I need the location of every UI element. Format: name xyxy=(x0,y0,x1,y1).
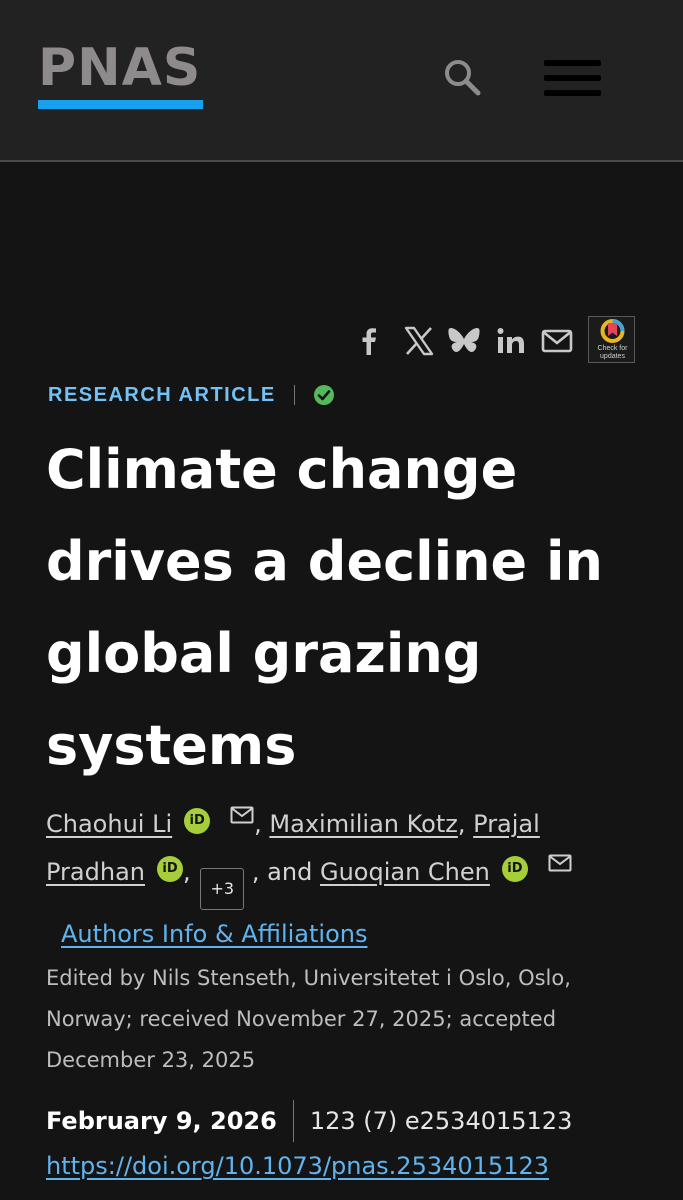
article-type-row: RESEARCH ARTICLE xyxy=(48,380,335,410)
publication-row: February 9, 2026 123 (7) e2534015123 xyxy=(46,1100,572,1142)
search-icon xyxy=(445,60,481,96)
author-and: , and xyxy=(251,858,313,886)
mail-icon[interactable] xyxy=(230,806,254,824)
author-separator: , xyxy=(457,810,466,838)
divider xyxy=(293,385,295,405)
pnas-logo[interactable]: PNAS xyxy=(38,42,204,112)
linkedin-icon[interactable] xyxy=(494,324,528,358)
crossmark-label: Check for updates xyxy=(597,345,628,360)
check-badge-icon xyxy=(313,385,334,405)
bluesky-icon[interactable] xyxy=(447,324,481,358)
author-link[interactable]: Maximilian Kotz xyxy=(269,810,457,838)
divider xyxy=(292,1100,294,1142)
facebook-icon[interactable] xyxy=(352,324,386,358)
authors-info-affiliations-link[interactable]: Authors Info & Affiliations xyxy=(61,910,367,958)
check-for-updates-button[interactable]: Check for updates xyxy=(588,316,635,363)
editor-dates-text: Edited by Nils Stenseth, Universitetet i… xyxy=(46,966,571,1072)
logo-underline-bar xyxy=(38,100,203,109)
orcid-icon[interactable]: iD xyxy=(157,856,183,882)
author-link[interactable]: Chaohui Li xyxy=(46,810,172,838)
search-button[interactable] xyxy=(440,56,484,100)
x-twitter-icon[interactable] xyxy=(402,324,436,358)
more-authors-button[interactable]: +3 xyxy=(200,868,245,910)
site-header: PNAS xyxy=(0,0,683,162)
crossmark-icon xyxy=(600,319,625,343)
article-type-label: RESEARCH ARTICLE xyxy=(48,383,276,406)
article-title: Climate change drives a decline in globa… xyxy=(46,438,603,777)
mail-icon[interactable] xyxy=(548,854,572,872)
author-link[interactable]: Guoqian Chen xyxy=(320,858,490,886)
publication-date: February 9, 2026 xyxy=(46,1107,277,1135)
menu-line xyxy=(544,75,601,81)
logo-text: PNAS xyxy=(38,38,202,98)
author-list: Chaohui Li iD, Maximilian Kotz, Prajal Pr… xyxy=(46,800,636,958)
orcid-icon[interactable]: iD xyxy=(501,856,528,882)
author-separator: , xyxy=(183,858,191,886)
email-share-icon[interactable] xyxy=(540,324,574,358)
author-separator: , xyxy=(254,810,262,838)
menu-line xyxy=(544,90,601,96)
hamburger-menu-button[interactable] xyxy=(540,56,604,100)
doi-link[interactable]: https://doi.org/10.1073/pnas.2534015123 xyxy=(46,1146,549,1186)
volume-info: 123 (7) e2534015123 xyxy=(309,1107,573,1135)
menu-line xyxy=(544,60,601,66)
orcid-icon[interactable]: iD xyxy=(184,808,211,834)
